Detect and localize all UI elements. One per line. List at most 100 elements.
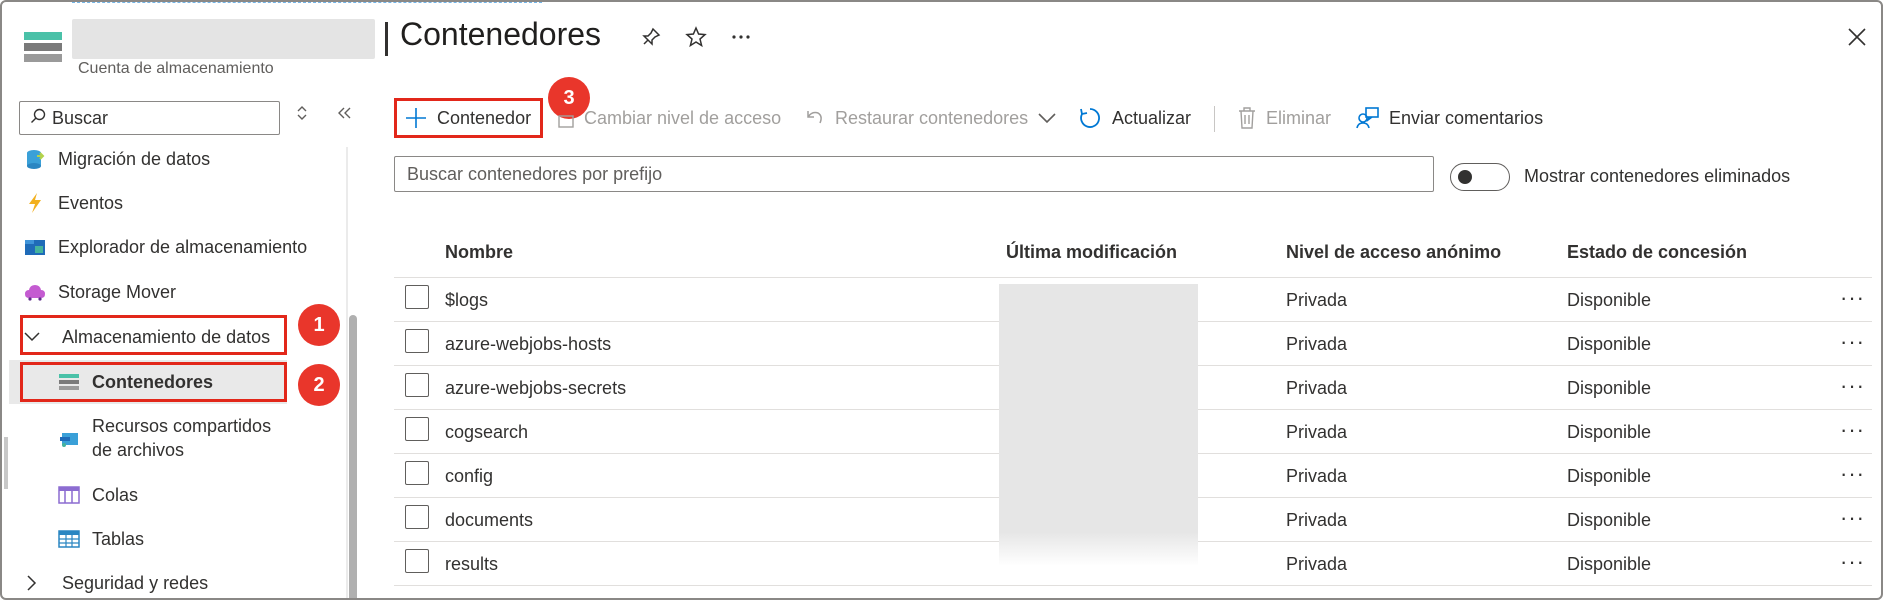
delete-button[interactable]: Eliminar — [1238, 101, 1331, 135]
trash-icon — [1238, 107, 1256, 129]
row-more-actions[interactable]: ··· — [1840, 461, 1865, 487]
row-checkbox[interactable] — [405, 285, 429, 309]
column-header-lease-state[interactable]: Estado de concesión — [1567, 242, 1747, 263]
search-icon — [30, 108, 46, 129]
sidebar-scrollbar[interactable] — [349, 315, 357, 598]
sidebar-item-label: Tablas — [92, 528, 145, 549]
row-checkbox[interactable] — [405, 329, 429, 353]
sidebar-item-label: Colas — [92, 484, 139, 505]
column-header-last-modified[interactable]: Última modificación — [1006, 242, 1177, 263]
row-more-actions[interactable]: ··· — [1840, 329, 1865, 355]
sidebar-item-label: Explorador de almacenamiento — [58, 236, 308, 257]
container-name[interactable]: $logs — [445, 290, 488, 311]
toggle-knob — [1458, 170, 1472, 184]
row-checkbox[interactable] — [405, 461, 429, 485]
feedback-label: Enviar comentarios — [1389, 107, 1544, 128]
feedback-icon — [1355, 106, 1379, 130]
add-container-button[interactable]: Contenedor — [405, 101, 531, 135]
sidebar-item-label-line2: de archivos — [92, 440, 185, 460]
change-access-level-button[interactable]: Cambiar nivel de acceso — [558, 101, 781, 135]
row-checkbox[interactable] — [405, 505, 429, 529]
sidebar-search[interactable] — [19, 101, 280, 135]
data-migration-icon — [24, 148, 46, 170]
row-checkbox[interactable] — [405, 373, 429, 397]
ellipsis-icon[interactable] — [728, 24, 754, 50]
highlight-containers — [20, 362, 287, 402]
plus-icon — [405, 107, 427, 129]
refresh-label: Actualizar — [1112, 107, 1192, 128]
tables-icon — [58, 528, 80, 550]
breadcrumb[interactable] — [72, 2, 542, 6]
change-access-label: Cambiar nivel de acceso — [584, 107, 782, 128]
anonymous-access-level: Privada — [1286, 290, 1348, 310]
undo-icon — [805, 108, 825, 128]
container-prefix-search-input[interactable] — [394, 156, 1434, 192]
show-deleted-toggle[interactable] — [1450, 163, 1510, 191]
lightning-icon — [24, 192, 46, 214]
column-header-name[interactable]: Nombre — [445, 242, 513, 263]
sidebar-item-label: Seguridad y redes — [62, 572, 209, 593]
container-name[interactable]: cogsearch — [445, 422, 528, 443]
storage-account-icon — [24, 32, 62, 64]
container-name[interactable]: azure-webjobs-secrets — [445, 378, 626, 399]
lease-state: Disponible — [1567, 554, 1652, 574]
anonymous-access-level: Privada — [1286, 334, 1348, 354]
account-name-redacted — [72, 19, 375, 59]
queues-icon — [58, 484, 80, 506]
sidebar-item-security-networking[interactable]: Seguridad y redes — [24, 565, 209, 598]
star-icon[interactable] — [683, 24, 709, 50]
row-more-actions[interactable]: ··· — [1840, 285, 1865, 311]
sidebar-item-queues[interactable]: Colas — [58, 477, 138, 513]
pin-icon[interactable] — [638, 24, 664, 50]
lease-state: Disponible — [1567, 290, 1652, 310]
sidebar-item-label: Storage Mover — [58, 281, 177, 302]
window-frame: Cuenta de almacenamiento Contenedores Mi… — [0, 0, 1883, 600]
file-shares-icon — [58, 428, 80, 450]
highlight-data-storage — [20, 315, 287, 355]
refresh-button[interactable]: Actualizar — [1078, 101, 1191, 135]
row-more-actions[interactable]: ··· — [1840, 549, 1865, 575]
sidebar-item-file-shares[interactable]: Recursos compartidos de archivos — [58, 414, 271, 466]
container-name[interactable]: results — [445, 554, 498, 575]
chevron-down-icon[interactable] — [1038, 112, 1056, 124]
container-name[interactable]: azure-webjobs-hosts — [445, 334, 611, 355]
container-name[interactable]: config — [445, 466, 493, 487]
row-more-actions[interactable]: ··· — [1840, 373, 1865, 399]
row-more-actions[interactable]: ··· — [1840, 505, 1865, 531]
expand-collapse-icon[interactable] — [295, 104, 309, 127]
sidebar-scroll-track[interactable] — [346, 147, 348, 598]
row-more-actions[interactable]: ··· — [1840, 417, 1865, 443]
page-title: Contenedores — [400, 16, 602, 52]
column-header-anonymous-access[interactable]: Nivel de acceso anónimo — [1286, 242, 1501, 263]
anonymous-access-level: Privada — [1286, 554, 1348, 574]
chevron-right-icon — [24, 575, 40, 591]
anonymous-access-level: Privada — [1286, 510, 1348, 530]
anonymous-access-level: Privada — [1286, 422, 1348, 442]
callout-badge-1: 1 — [298, 304, 340, 346]
row-divider — [394, 585, 1872, 586]
sidebar-item-tables[interactable]: Tablas — [58, 521, 144, 557]
lock-icon — [558, 108, 574, 128]
sidebar-item-events[interactable]: Eventos — [24, 185, 123, 221]
restore-label: Restaurar contenedores — [835, 107, 1029, 128]
send-feedback-button[interactable]: Enviar comentarios — [1355, 101, 1543, 135]
sidebar-item-data-migration[interactable]: Migración de datos — [24, 141, 210, 177]
sidebar-item-label: Recursos compartidos — [92, 416, 272, 436]
sidebar-search-input[interactable] — [52, 107, 252, 129]
row-checkbox[interactable] — [405, 549, 429, 573]
collapse-sidebar-icon[interactable] — [336, 104, 352, 127]
lease-state: Disponible — [1567, 334, 1652, 354]
callout-badge-2: 2 — [298, 364, 340, 406]
sidebar-item-storage-mover[interactable]: Storage Mover — [24, 274, 176, 310]
close-icon[interactable] — [1842, 22, 1872, 52]
row-checkbox[interactable] — [405, 417, 429, 441]
container-name[interactable]: documents — [445, 510, 533, 531]
restore-containers-button[interactable]: Restaurar contenedores — [805, 101, 1056, 135]
anonymous-access-level: Privada — [1286, 466, 1348, 486]
delete-label: Eliminar — [1266, 107, 1332, 128]
refresh-icon — [1078, 106, 1102, 130]
account-subtitle: Cuenta de almacenamiento — [78, 60, 274, 77]
sidebar-item-label: Eventos — [58, 192, 124, 213]
show-deleted-label: Mostrar contenedores eliminados — [1524, 166, 1791, 186]
sidebar-item-storage-explorer[interactable]: Explorador de almacenamiento — [24, 229, 307, 265]
